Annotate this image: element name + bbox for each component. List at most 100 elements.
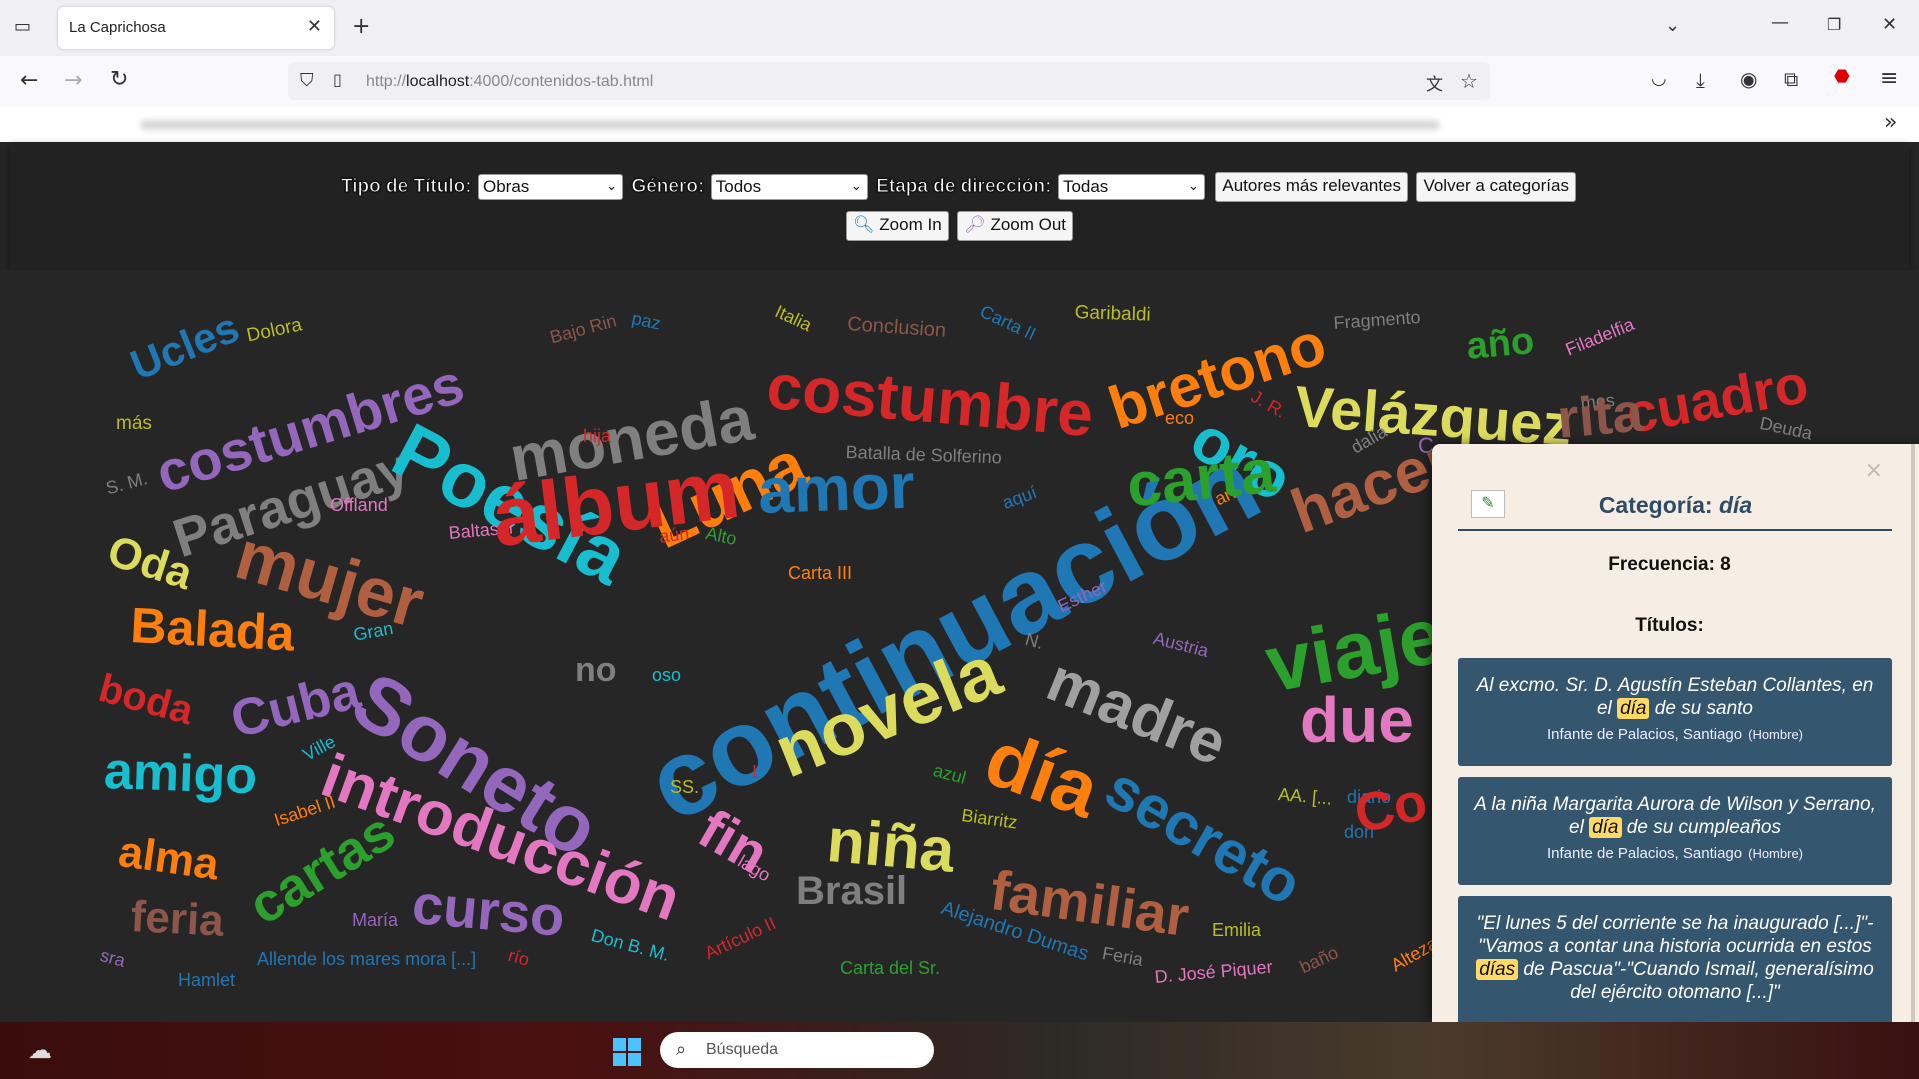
url-text: http://localhost:4000/contenidos-tab.htm…: [366, 73, 654, 90]
cloud-word[interactable]: azul: [931, 760, 968, 788]
controls-bar: Tipo de Título: Obras ⌄ Género: Todos ⌄ Et…: [10, 142, 1909, 270]
title-card[interactable]: A la niña Margarita Aurora de Wilson y S…: [1458, 777, 1892, 885]
bookmark-star-icon[interactable]: ☆: [1460, 69, 1478, 93]
cloud-word[interactable]: Fragmento: [1333, 307, 1421, 333]
close-window-icon[interactable]: ✕: [1882, 14, 1897, 35]
overflow-chevron-icon[interactable]: »: [1884, 110, 1897, 135]
scrollbar[interactable]: [1911, 444, 1915, 1022]
reload-icon[interactable]: ↻: [110, 67, 128, 92]
forward-icon[interactable]: →: [64, 68, 82, 93]
cloud-word[interactable]: Dolora: [245, 314, 304, 346]
cloud-word[interactable]: paz: [630, 308, 663, 334]
extensions-icon[interactable]: ⧉: [1784, 67, 1798, 91]
cloud-word[interactable]: más: [116, 414, 152, 433]
translate-icon[interactable]: 文: [1426, 70, 1443, 95]
browser-tab[interactable]: La Caprichosa ✕: [58, 7, 334, 49]
cloud-word[interactable]: Carta II: [977, 301, 1039, 344]
cloud-word[interactable]: Ucles: [124, 303, 246, 389]
cloud-word[interactable]: Garibaldi: [1074, 302, 1151, 326]
cloud-word[interactable]: Allende los mares mora [...]: [257, 950, 476, 968]
cloud-word[interactable]: aquí: [1000, 482, 1040, 513]
card-author: Infante de Palacios, Santiago (Hombre): [1546, 845, 1804, 862]
cloud-word[interactable]: no: [575, 653, 617, 687]
title-card[interactable]: Al excmo. Sr. D. Agustín Esteban Collant…: [1458, 658, 1892, 766]
cloud-word[interactable]: amigo: [103, 742, 258, 805]
taskbar-search[interactable]: ⌕ Búsqueda: [660, 1032, 934, 1068]
cloud-word[interactable]: AA. [...: [1277, 784, 1333, 809]
cloud-word[interactable]: Emilia: [1212, 921, 1261, 939]
tipo-select[interactable]: Obras ⌄: [477, 174, 623, 200]
cloud-word[interactable]: SS.: [670, 778, 699, 796]
cloud-word[interactable]: Artículo II: [702, 913, 779, 963]
cloud-word[interactable]: río: [506, 945, 531, 970]
cloud-word[interactable]: Balada: [129, 597, 296, 662]
menu-icon[interactable]: ≡: [1880, 66, 1898, 91]
cloud-word[interactable]: Austria: [1151, 628, 1210, 661]
cloud-word[interactable]: Offland: [330, 496, 388, 514]
autores-button[interactable]: Autores más relevantes: [1215, 172, 1408, 202]
cloud-word[interactable]: feria: [130, 892, 225, 946]
cloud-word[interactable]: Gran: [352, 618, 395, 645]
ublock-icon[interactable]: ⬣: [1834, 66, 1850, 87]
cloud-word[interactable]: alma: [116, 827, 222, 889]
cloud-word[interactable]: año: [1465, 320, 1536, 368]
cloud-word[interactable]: I: [752, 763, 757, 781]
cloud-word[interactable]: Italia: [772, 301, 815, 335]
cloud-word[interactable]: curso: [410, 872, 567, 948]
close-icon[interactable]: ×: [1865, 458, 1883, 483]
cloud-word[interactable]: costumbre: [764, 350, 1096, 450]
search-icon: ⌕: [676, 1039, 687, 1060]
cloud-word[interactable]: Bajo Rin: [548, 310, 619, 347]
zoom-in-icon: 🔍︎: [852, 215, 875, 235]
cloud-word[interactable]: Biarritz: [960, 805, 1018, 833]
cloud-word[interactable]: Deuda: [1758, 413, 1814, 444]
card-title: A la niña Margarita Aurora de Wilson y S…: [1474, 794, 1876, 838]
shield-icon[interactable]: ⛉: [300, 70, 314, 91]
cloud-word[interactable]: Conclusion: [847, 313, 947, 342]
weather-icon[interactable]: ☁: [28, 1036, 52, 1064]
zoom-out-button[interactable]: 🔎︎ Zoom Out: [957, 211, 1074, 241]
pocket-icon[interactable]: ◡: [1651, 68, 1667, 89]
zoom-in-button[interactable]: 🔍︎ Zoom In: [845, 211, 949, 241]
genero-select[interactable]: Todos ⌄: [710, 174, 868, 200]
tab-list-icon[interactable]: ▭: [14, 16, 31, 37]
cloud-word[interactable]: Hamlet: [178, 971, 235, 989]
cloud-word[interactable]: carta: [1124, 437, 1279, 521]
etapa-select[interactable]: Todas ⌄: [1057, 174, 1205, 200]
chevron-down-icon[interactable]: ⌄: [1665, 15, 1680, 36]
cloud-word[interactable]: oso: [652, 666, 681, 684]
cloud-word[interactable]: eco: [1165, 409, 1194, 427]
cloud-word[interactable]: Filadelfia: [1563, 314, 1637, 360]
cloud-word[interactable]: Brasil: [796, 871, 907, 911]
chevron-down-icon: ⌄: [1188, 179, 1199, 194]
url-bar[interactable]: ⛉ ▯ http://localhost:4000/contenidos-tab…: [288, 62, 1490, 100]
cloud-word[interactable]: baño: [1297, 942, 1342, 977]
cloud-word[interactable]: Carta III: [788, 564, 852, 582]
cloud-word[interactable]: sra: [98, 945, 127, 971]
cloud-word[interactable]: boda: [94, 666, 198, 733]
minimize-icon[interactable]: —: [1771, 12, 1789, 33]
new-tab-icon[interactable]: +: [352, 14, 370, 39]
back-icon[interactable]: ←: [20, 68, 38, 93]
cloud-word[interactable]: hija: [583, 427, 611, 445]
zoom-out-icon: 🔎︎: [964, 215, 986, 235]
download-icon[interactable]: ⤓: [1696, 68, 1705, 92]
page-icon: ▯: [333, 70, 342, 89]
cloud-word[interactable]: due: [1300, 688, 1414, 752]
cloud-word[interactable]: J. R.: [1248, 386, 1290, 422]
cloud-word[interactable]: amor: [757, 450, 916, 527]
cloud-word[interactable]: Feria: [1101, 943, 1145, 970]
restore-icon[interactable]: ❐: [1827, 15, 1841, 34]
cloud-word[interactable]: S. M.: [104, 468, 150, 498]
windows-start-icon[interactable]: [613, 1038, 641, 1066]
close-tab-icon[interactable]: ✕: [307, 16, 322, 37]
cloud-word[interactable]: rita: [1555, 381, 1646, 450]
cloud-word[interactable]: Co: [1349, 771, 1432, 845]
volver-button[interactable]: Volver a categorías: [1416, 172, 1576, 202]
cloud-word[interactable]: Carta del Sr.: [840, 959, 940, 977]
cloud-word[interactable]: D. José Piquer: [1154, 957, 1273, 987]
account-icon[interactable]: ◉: [1740, 67, 1757, 91]
cloud-word[interactable]: Isabel II: [272, 792, 338, 831]
cloud-word[interactable]: María: [352, 911, 398, 929]
title-card[interactable]: "El lunes 5 del corriente se ha inaugura…: [1458, 896, 1892, 1022]
